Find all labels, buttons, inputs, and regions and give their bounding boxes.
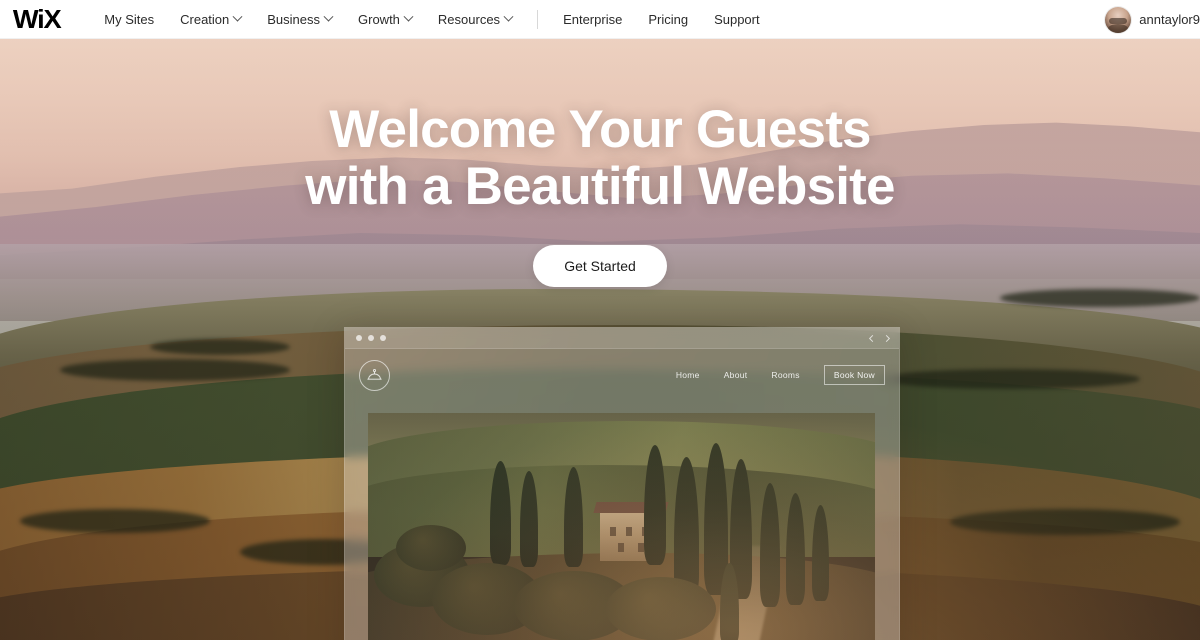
treeline <box>950 509 1180 535</box>
avatar[interactable] <box>1105 6 1132 33</box>
nav-item-label: Support <box>714 11 760 27</box>
chevron-down-icon <box>403 11 414 22</box>
page-root: WiX My Sites Creation Business Growth Re… <box>0 0 1200 640</box>
window-dot <box>368 335 374 341</box>
account-menu[interactable]: anntaylor9 <box>1105 0 1200 39</box>
mockup-nav-home[interactable]: Home <box>676 370 700 380</box>
nav-item-enterprise[interactable]: Enterprise <box>550 13 635 26</box>
nav-item-label: Enterprise <box>563 11 623 27</box>
treeline <box>150 339 290 355</box>
nav-item-growth[interactable]: Growth <box>345 11 425 27</box>
website-preview-mockup[interactable]: Home About Rooms Book Now <box>344 327 900 640</box>
nav-item-label: Business <box>267 11 321 27</box>
nav-item-resources[interactable]: Resources <box>425 11 525 27</box>
nav-item-my-sites[interactable]: My Sites <box>91 13 167 26</box>
mockup-nav-about[interactable]: About <box>724 370 748 380</box>
nav-divider <box>537 9 539 29</box>
chevron-down-icon <box>323 11 334 22</box>
get-started-button[interactable]: Get Started <box>533 245 667 288</box>
book-now-button[interactable]: Book Now <box>823 365 885 385</box>
account-username: anntaylor9 <box>1139 12 1200 27</box>
nav-item-label: My Sites <box>104 11 155 27</box>
service-bell-icon <box>359 359 390 391</box>
mockup-carousel-arrows <box>868 328 891 349</box>
nav-item-pricing[interactable]: Pricing <box>635 13 701 26</box>
treeline <box>60 359 290 381</box>
hero-section: Welcome Your Guests with a Beautiful Web… <box>0 39 1200 640</box>
mockup-nav-rooms[interactable]: Rooms <box>771 370 799 380</box>
treeline <box>1000 289 1200 307</box>
top-navigation-bar: WiX My Sites Creation Business Growth Re… <box>0 0 1200 39</box>
hero-copy: Welcome Your Guests with a Beautiful Web… <box>0 100 1200 288</box>
window-dot <box>380 335 386 341</box>
chevron-down-icon <box>503 11 514 22</box>
chevron-down-icon <box>232 11 243 22</box>
nav-item-label: Pricing <box>648 11 689 27</box>
treeline <box>880 369 1140 389</box>
hero-title-line1: Welcome Your Guests <box>329 100 871 159</box>
window-dot <box>356 335 362 341</box>
window-dots <box>356 335 386 341</box>
nav-item-label: Resources <box>437 11 501 27</box>
primary-nav: My Sites Creation Business Growth Resour… <box>91 9 773 29</box>
chevron-right-icon[interactable] <box>882 334 891 343</box>
nav-item-label: Growth <box>358 11 400 27</box>
nav-item-creation[interactable]: Creation <box>167 11 254 27</box>
hero-title-line2: with a Beautiful Website <box>305 157 895 217</box>
chevron-left-icon[interactable] <box>868 334 877 343</box>
mockup-hero-photo <box>368 413 875 640</box>
mockup-browser-chrome <box>345 328 899 349</box>
mockup-site-header: Home About Rooms Book Now <box>345 349 899 401</box>
treeline <box>20 509 210 533</box>
page-title: Welcome Your Guests with a Beautiful Web… <box>0 100 1200 217</box>
nav-item-label: Creation <box>180 11 230 27</box>
wix-logo[interactable]: WiX <box>13 6 62 32</box>
nav-item-support[interactable]: Support <box>701 13 773 26</box>
villa-photo-tone-overlay <box>368 413 875 640</box>
nav-item-business[interactable]: Business <box>254 11 345 27</box>
mockup-site-nav: Home About Rooms Book Now <box>676 365 885 385</box>
